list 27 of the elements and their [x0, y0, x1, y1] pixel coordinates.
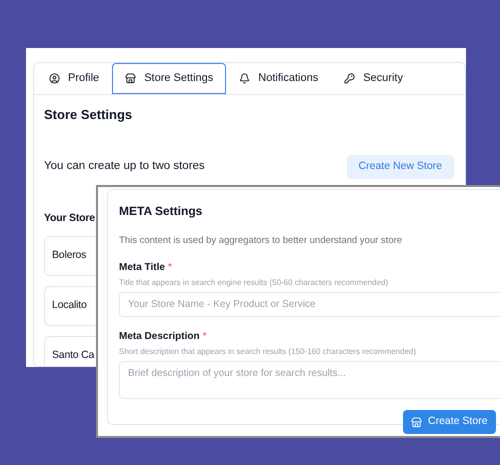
create-store-button[interactable]: Create Store	[403, 410, 496, 434]
bell-icon	[239, 73, 250, 84]
field-hint: Short description that appears in search results (150-160 characters recommended)	[119, 346, 418, 358]
field-label: Meta Description	[119, 330, 200, 344]
meta-title-field[interactable]: Your Store Name - Key Product or Service	[119, 292, 500, 318]
field-label: Meta Title	[119, 261, 165, 276]
store-icon	[411, 416, 422, 428]
tab[interactable]: Security	[331, 63, 416, 94]
store-name: Santo Ca	[52, 348, 94, 364]
create-new-store-button[interactable]: Create New Store	[346, 154, 454, 178]
store-icon	[125, 73, 136, 84]
profile-icon	[49, 73, 60, 84]
tab[interactable]: Notifications	[226, 63, 332, 94]
field-hint: Title that appears in search engine results (50-60 characters recommended)	[119, 277, 390, 290]
required-mark: *	[168, 261, 172, 276]
dialog-title: META Settings	[119, 203, 204, 220]
key-icon	[344, 73, 356, 84]
dialog-subtitle: This content is used by aggregators to better understand your store	[119, 234, 404, 248]
tab[interactable]: Store Settings	[112, 63, 226, 94]
store-name: Boleros	[52, 248, 86, 264]
page-title: Store Settings	[44, 106, 134, 124]
store-name: Localito	[52, 298, 87, 314]
section-heading: Your Store	[44, 210, 95, 226]
meta-description-field[interactable]: Brief description of your store for search results...	[119, 361, 500, 400]
tab[interactable]: Profile	[36, 63, 112, 94]
required-mark: *	[202, 330, 206, 344]
limit-text: You can create up to two stores	[44, 158, 205, 174]
